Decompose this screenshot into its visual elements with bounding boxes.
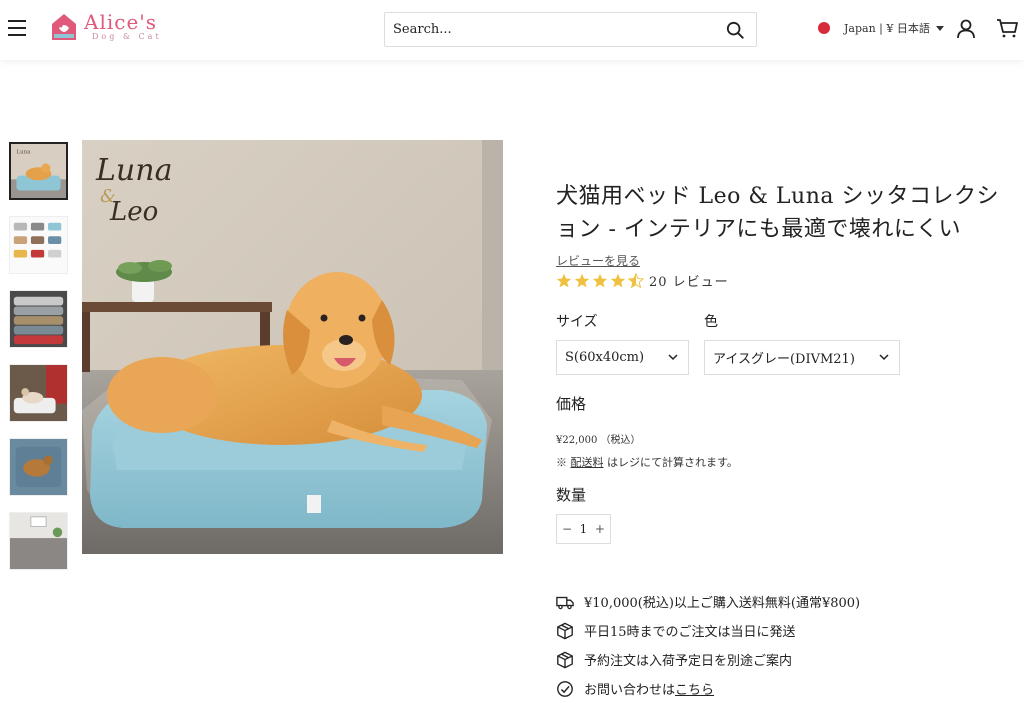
star-icon [592, 273, 608, 287]
star-icon [610, 273, 626, 287]
logo-name: Alice's [84, 10, 158, 34]
thumbnail-cat-on-bed[interactable] [9, 364, 68, 422]
brand-watermark-leo: Leo [109, 197, 158, 227]
truck-icon [556, 596, 574, 609]
star-icon [556, 273, 572, 287]
feature-item-preorder: 予約注文は入荷予定日を別途ご案内 [556, 645, 860, 674]
quantity-value[interactable]: 1 [580, 522, 588, 536]
shipping-note-prefix: ※ [556, 456, 567, 469]
shipping-note: ※ 配送料 はレジにて計算されます。 [556, 454, 738, 470]
quantity-label: 数量 [556, 486, 587, 504]
size-selected-value: S(60x40cm) [565, 350, 645, 365]
account-icon[interactable] [957, 19, 975, 39]
logo-house-icon [52, 14, 76, 40]
search-box [384, 12, 757, 47]
menu-icon[interactable] [8, 20, 28, 38]
check-circle-icon [557, 680, 573, 697]
locale-label: Japan | ¥ 日本語 [844, 22, 930, 35]
feature-item-same-day: 平日15時までのご注文は当日に発送 [556, 616, 860, 645]
chevron-down-icon [668, 354, 678, 361]
quantity-increase-button[interactable]: + [595, 522, 605, 536]
caret-down-icon [935, 25, 944, 31]
thumbnail-stacked-beds[interactable] [9, 290, 68, 348]
color-select[interactable]: アイスグレー(DIVM21) [704, 340, 900, 375]
rating-count: 20 レビュー [649, 275, 729, 290]
brand-watermark-luna: Luna [95, 153, 172, 188]
color-label: 色 [704, 314, 718, 330]
star-half-icon [628, 272, 644, 288]
product-info: 犬猫用ベッド Leo & Luna シッタコレクション - インテリアにも最適で… [556, 180, 1006, 290]
shipping-note-suffix: はレジにて計算されます。 [607, 456, 738, 469]
search-icon[interactable] [726, 21, 744, 39]
feature-text: 予約注文は入荷予定日を別途ご案内 [584, 654, 793, 669]
product-title: 犬猫用ベッド Leo & Luna シッタコレクション - インテリアにも最適で… [556, 184, 999, 242]
logo-subtitle: Dog & Cat [92, 32, 162, 41]
rating-stars [556, 272, 646, 289]
main-product-image[interactable]: Luna & Leo [82, 140, 503, 554]
quantity-decrease-button[interactable]: − [562, 522, 572, 536]
feature-list: ¥10,000(税込)以上ご購入送料無料(通常¥800) 平日15時までのご注文… [556, 587, 860, 703]
site-logo[interactable]: Alice's Dog & Cat [50, 12, 162, 42]
feature-text: 平日15時までのご注文は当日に発送 [584, 625, 796, 640]
chevron-down-icon [879, 354, 889, 361]
size-select[interactable]: S(60x40cm) [556, 340, 689, 375]
size-label: サイズ [556, 314, 598, 330]
thumbnail-color-variations[interactable] [9, 216, 68, 274]
thumbnail-list: Luna [9, 142, 69, 586]
feature-item-contact: お問い合わせは こちら [556, 674, 860, 703]
star-icon [574, 273, 590, 287]
feature-text: お問い合わせは [584, 683, 676, 698]
japan-flag-icon [818, 22, 830, 34]
shipping-fee-link[interactable]: 配送料 [571, 456, 604, 469]
svg-text:Luna: Luna [17, 149, 32, 155]
quantity-stepper: − 1 + [556, 514, 611, 544]
package-icon [557, 622, 573, 639]
contact-link[interactable]: こちら [675, 679, 714, 698]
feature-text: ¥10,000(税込)以上ご購入送料無料(通常¥800) [584, 596, 861, 611]
cart-icon[interactable] [996, 18, 1018, 38]
search-input[interactable] [385, 13, 705, 46]
color-selected-value: アイスグレー(DIVM21) [713, 352, 855, 367]
thumbnail-dog-on-bed[interactable]: Luna [9, 142, 68, 200]
locale-selector[interactable]: Japan | ¥ 日本語 [818, 20, 944, 36]
product-price: ¥22,000 （税込） [556, 435, 641, 446]
view-reviews-link[interactable]: レビューを見る [556, 252, 640, 269]
site-header: Alice's Dog & Cat Japan | ¥ 日本語 [0, 0, 1024, 60]
package-icon [557, 651, 573, 668]
price-label: 価格 [556, 395, 587, 413]
thumbnail-room-view[interactable] [9, 512, 68, 570]
thumbnail-dog-top-view[interactable] [9, 438, 68, 496]
feature-item-free-shipping: ¥10,000(税込)以上ご購入送料無料(通常¥800) [556, 587, 860, 616]
product-rating: 20 レビュー [556, 271, 1006, 290]
